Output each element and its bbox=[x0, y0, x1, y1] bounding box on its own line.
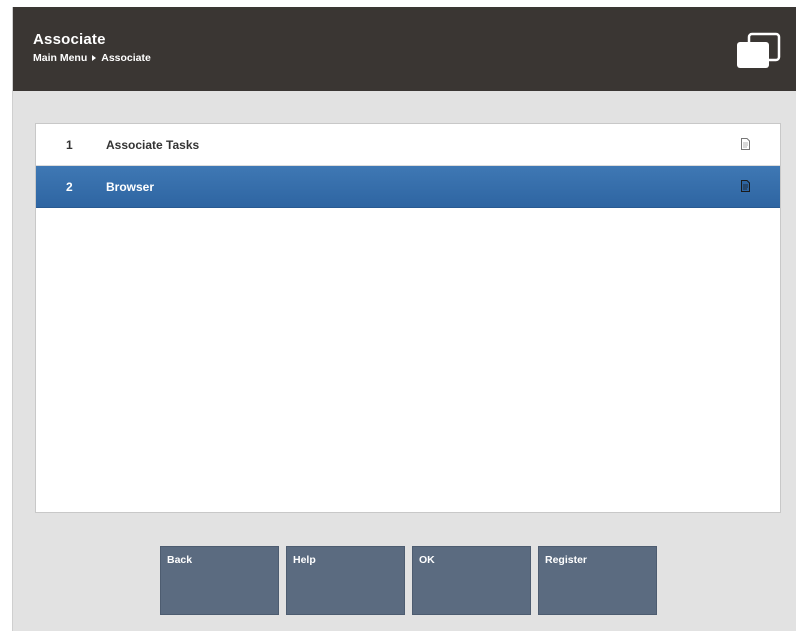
document-icon bbox=[741, 180, 750, 192]
app-window: Associate Main Menu Associate 1 Associat… bbox=[12, 7, 796, 631]
breadcrumb-item-associate: Associate bbox=[101, 52, 151, 64]
register-button[interactable]: Register bbox=[538, 546, 657, 615]
ok-button[interactable]: OK bbox=[412, 546, 531, 615]
function-button-bar: Back Help OK Register bbox=[160, 546, 657, 615]
breadcrumb: Main Menu Associate bbox=[33, 52, 151, 64]
document-icon bbox=[741, 138, 750, 150]
header-bar: Associate Main Menu Associate bbox=[13, 7, 796, 91]
list-item-number: 1 bbox=[66, 137, 73, 152]
windows-icon[interactable] bbox=[735, 32, 781, 70]
breadcrumb-separator-icon bbox=[92, 55, 97, 61]
help-button[interactable]: Help bbox=[286, 546, 405, 615]
list-item-browser[interactable]: 2 Browser bbox=[36, 166, 780, 208]
list-item-associate-tasks[interactable]: 1 Associate Tasks bbox=[36, 124, 780, 166]
list-item-label: Browser bbox=[106, 179, 155, 194]
back-button[interactable]: Back bbox=[160, 546, 279, 615]
page-title: Associate bbox=[33, 31, 106, 48]
list-item-label: Associate Tasks bbox=[106, 137, 200, 152]
menu-list: 1 Associate Tasks 2 Browser bbox=[35, 123, 781, 513]
list-item-number: 2 bbox=[66, 179, 73, 194]
breadcrumb-item-main-menu[interactable]: Main Menu bbox=[33, 52, 87, 64]
